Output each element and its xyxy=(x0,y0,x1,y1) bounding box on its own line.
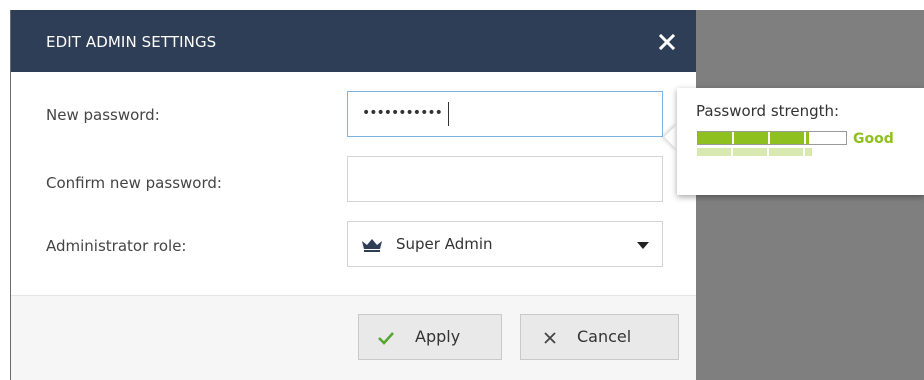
password-strength-tooltip: Password strength: Good xyxy=(677,88,924,195)
cancel-button[interactable]: Cancel xyxy=(520,314,679,360)
new-password-label: New password: xyxy=(46,106,160,124)
checkmark-icon xyxy=(378,332,394,345)
password-mask: ••••••••••• xyxy=(362,105,443,121)
close-button[interactable] xyxy=(653,28,681,56)
caret-down-icon xyxy=(637,242,649,249)
dialog-title: EDIT ADMIN SETTINGS xyxy=(46,33,217,51)
dialog-footer: Apply Cancel xyxy=(11,295,696,380)
administrator-role-select[interactable]: Super Admin xyxy=(347,221,663,267)
selected-role: Super Admin xyxy=(396,235,493,253)
password-strength-value: Good xyxy=(853,131,894,147)
new-password-input[interactable]: ••••••••••• xyxy=(347,91,663,137)
text-caret xyxy=(448,102,449,126)
edit-admin-settings-dialog: EDIT ADMIN SETTINGS New password: ••••••… xyxy=(10,10,696,380)
password-strength-meter xyxy=(697,131,847,145)
dialog-header: EDIT ADMIN SETTINGS xyxy=(11,10,696,72)
apply-label: Apply xyxy=(415,327,461,346)
administrator-role-label: Administrator role: xyxy=(46,237,187,255)
password-strength-label: Password strength: xyxy=(696,102,840,120)
apply-button[interactable]: Apply xyxy=(358,314,502,360)
password-strength-reflection xyxy=(697,148,812,156)
confirm-password-label: Confirm new password: xyxy=(46,174,222,192)
password-strength-fill xyxy=(698,132,809,144)
cancel-label: Cancel xyxy=(577,327,632,346)
crown-icon xyxy=(362,239,382,252)
close-icon xyxy=(544,332,556,344)
close-icon xyxy=(658,33,676,51)
confirm-password-input[interactable] xyxy=(347,156,663,202)
